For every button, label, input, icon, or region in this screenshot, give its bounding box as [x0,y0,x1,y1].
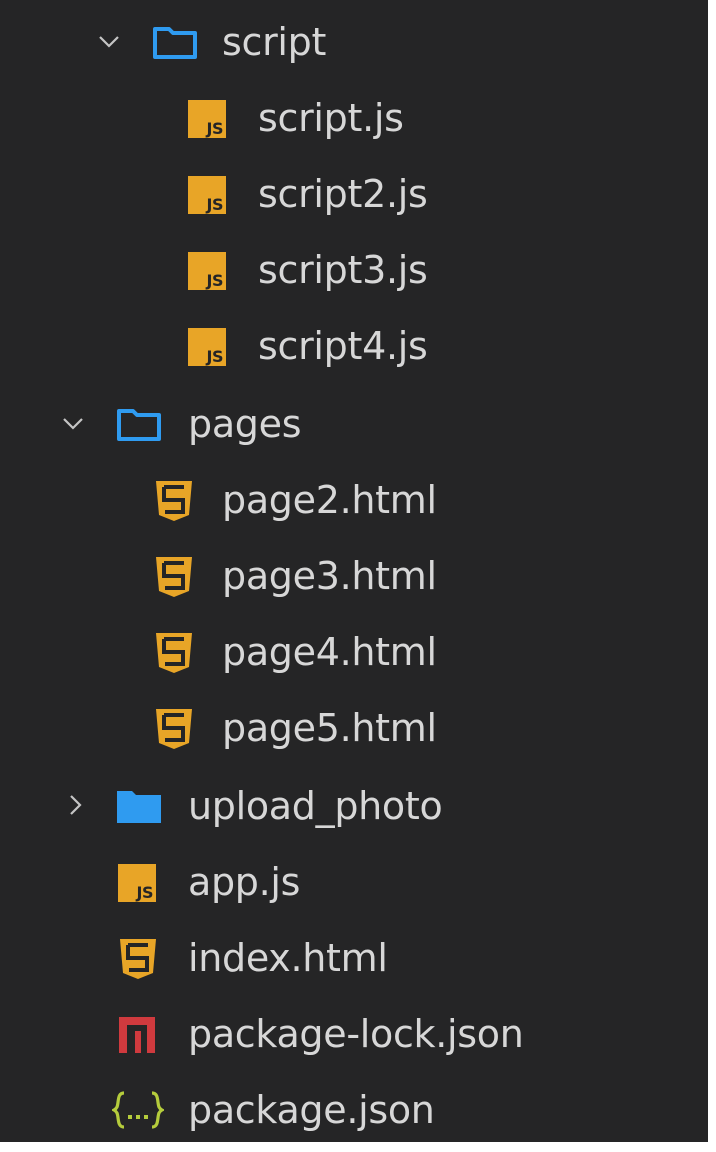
folder-label: upload_photo [188,784,443,828]
file-item[interactable]: package-lock.json [0,996,708,1072]
folder-open-icon [153,27,197,59]
chevron-down-icon[interactable] [60,410,86,436]
file-item[interactable]: page4.html [0,614,708,690]
js-icon: JS [188,100,226,138]
file-item[interactable]: JS app.js [0,844,708,920]
folder-closed-icon [117,791,161,823]
file-label: page2.html [222,478,437,522]
file-label: package-lock.json [188,1012,524,1056]
file-item[interactable]: page3.html [0,538,708,614]
file-item[interactable]: package.json [0,1072,708,1148]
folder-script[interactable]: script [0,4,708,80]
file-label: index.html [188,936,388,980]
js-icon: JS [188,176,226,214]
file-label: script2.js [258,172,428,216]
file-label: page3.html [222,554,437,598]
html5-icon [156,481,192,521]
file-label: app.js [188,860,301,904]
folder-label: script [222,20,327,64]
file-item[interactable]: page5.html [0,690,708,766]
html5-icon [156,709,192,749]
file-item[interactable]: page2.html [0,462,708,538]
file-label: script.js [258,96,404,140]
file-item[interactable]: JS script2.js [0,156,708,232]
file-explorer: script JS script.js JS script2.js JS scr… [0,0,708,1142]
folder-pages[interactable]: pages [0,386,708,462]
file-label: page4.html [222,630,437,674]
file-label: script4.js [258,324,428,368]
chevron-right-icon[interactable] [62,792,88,818]
file-item[interactable]: JS script4.js [0,308,708,384]
html5-icon [120,939,156,979]
js-icon: JS [188,328,226,366]
file-item[interactable]: index.html [0,920,708,996]
file-label: script3.js [258,248,428,292]
chevron-down-icon[interactable] [96,28,122,54]
js-icon: JS [118,864,156,902]
file-label: page5.html [222,706,437,750]
npm-icon [119,1017,155,1053]
html5-icon [156,633,192,673]
js-icon: JS [188,252,226,290]
html5-icon [156,557,192,597]
folder-upload-photo[interactable]: upload_photo [0,768,708,844]
json-braces-icon [112,1091,164,1129]
file-item[interactable]: JS script3.js [0,232,708,308]
file-label: package.json [188,1088,435,1132]
file-item[interactable]: JS script.js [0,80,708,156]
folder-open-icon [117,409,161,441]
folder-label: pages [188,402,302,446]
